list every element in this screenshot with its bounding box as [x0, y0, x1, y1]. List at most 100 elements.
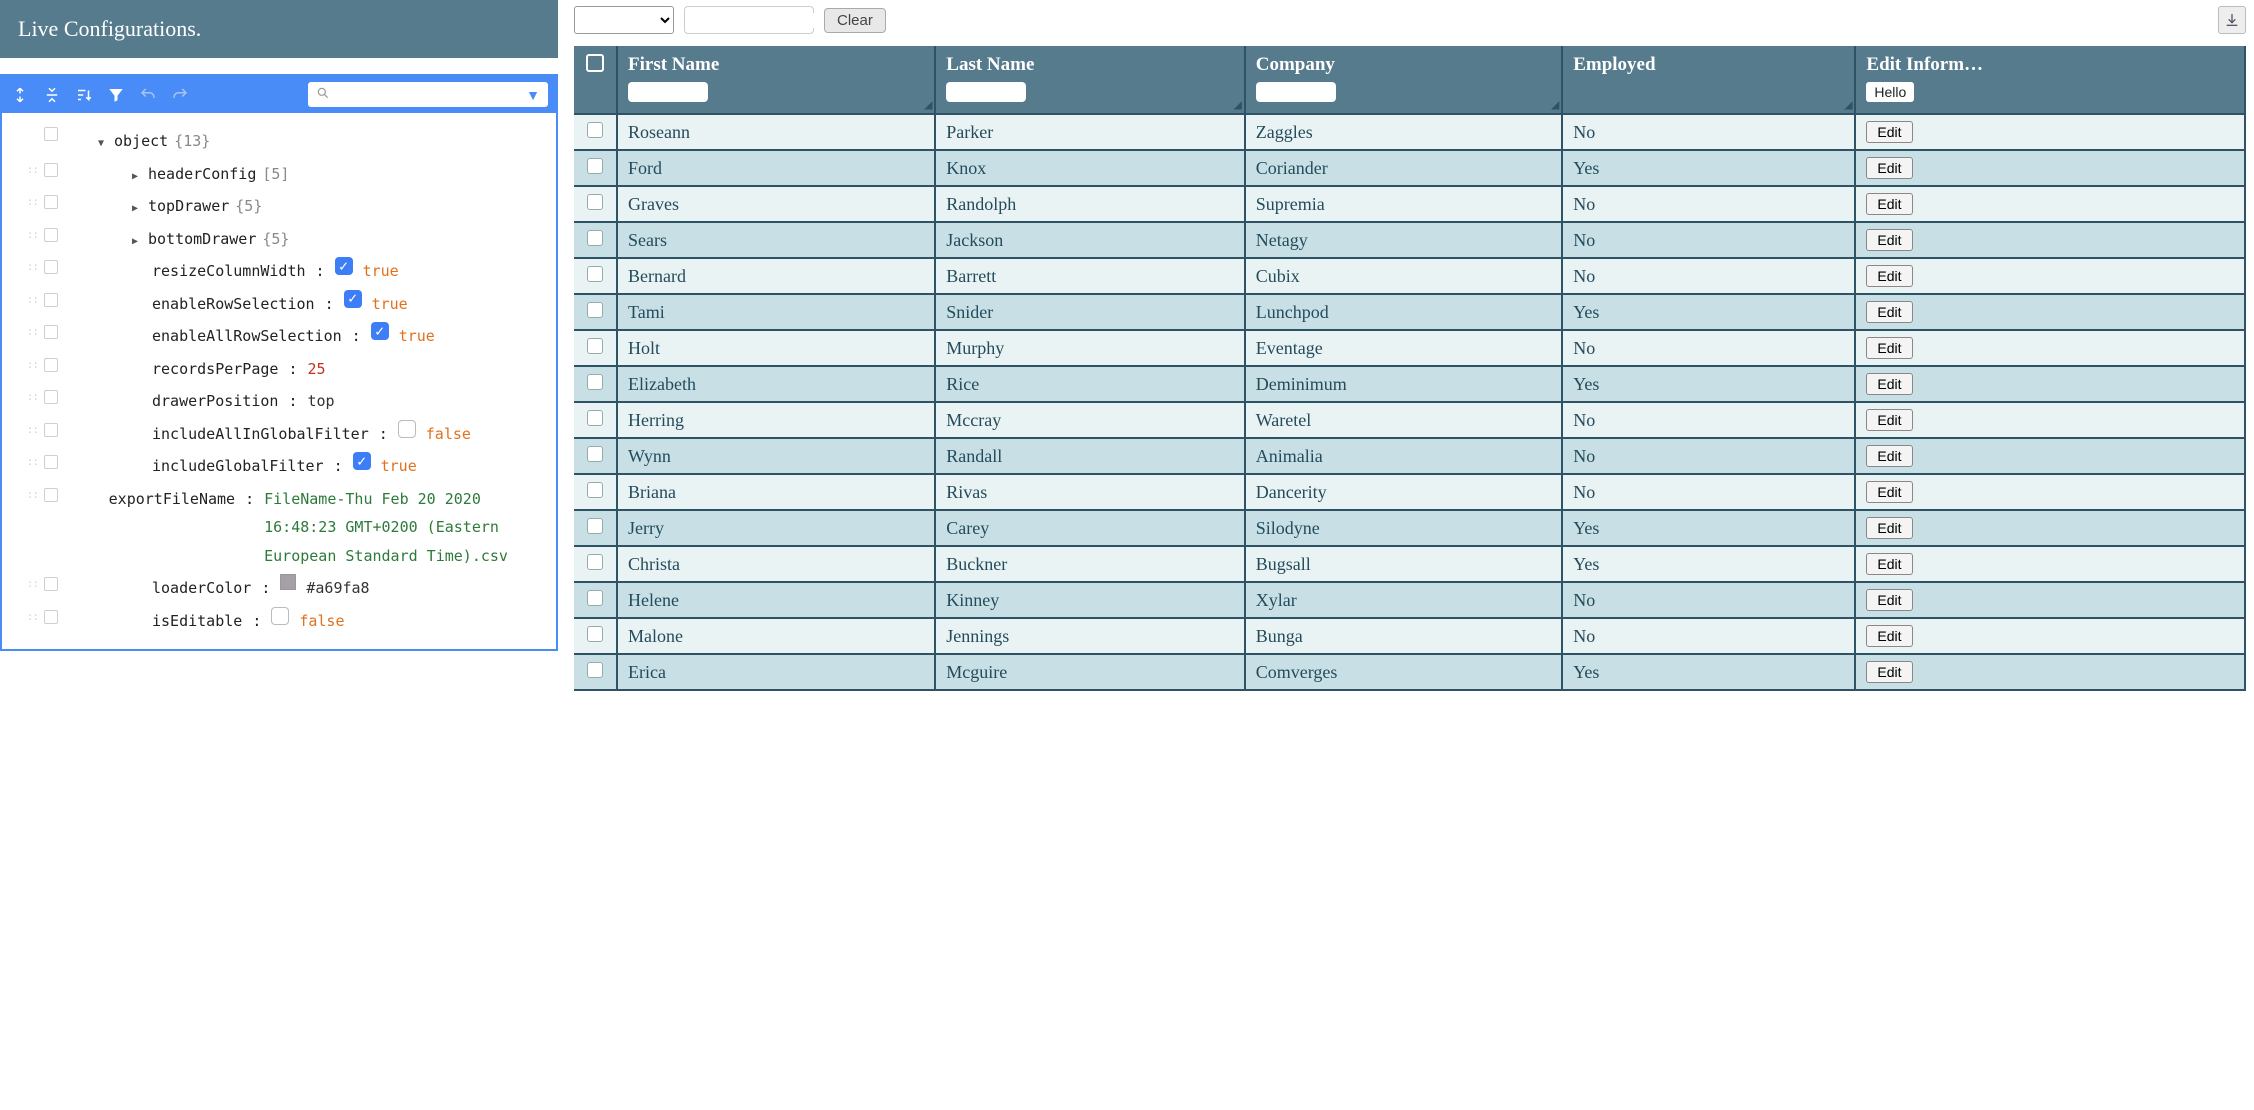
chevron-right-icon[interactable] — [128, 192, 142, 221]
table-row: ChristaBucknerBugsallYesEdit — [574, 547, 2246, 583]
checkbox-icon[interactable]: ✓ — [344, 290, 362, 308]
column-filter-company[interactable] — [1256, 82, 1336, 102]
edit-button[interactable]: Edit — [1866, 121, 1912, 143]
color-swatch — [280, 574, 296, 590]
select-all-checkbox[interactable] — [586, 54, 604, 72]
tree-node-headerConfig[interactable]: :: headerConfig [5] — [6, 158, 548, 191]
checkbox-icon[interactable] — [271, 607, 289, 625]
resize-handle-icon[interactable]: ◢ — [1234, 100, 1242, 111]
clear-button[interactable]: Clear — [824, 8, 886, 33]
row-checkbox[interactable] — [587, 626, 603, 642]
cell-last-name: Parker — [936, 115, 1245, 151]
row-checkbox[interactable] — [587, 158, 603, 174]
row-checkbox[interactable] — [587, 662, 603, 678]
row-checkbox[interactable] — [587, 338, 603, 354]
column-header-last-name[interactable]: Last Name ◢ — [936, 46, 1245, 115]
collapse-all-icon[interactable] — [42, 85, 62, 105]
chevron-right-icon[interactable] — [128, 160, 142, 189]
edit-button[interactable]: Edit — [1866, 157, 1912, 179]
edit-button[interactable]: Edit — [1866, 265, 1912, 287]
tree-node-includeGlobalFilter[interactable]: ::includeGlobalFilter:✓ true — [6, 450, 548, 483]
tree-node-loaderColor[interactable]: ::loaderColor:#a69fa8 — [6, 572, 548, 605]
edit-button[interactable]: Edit — [1866, 553, 1912, 575]
json-tree: object {13}:: headerConfig [5]:: topDraw… — [2, 113, 556, 649]
cell-company: Cubix — [1246, 259, 1563, 295]
cell-first-name: Tami — [618, 295, 936, 331]
checkbox-icon[interactable]: ✓ — [371, 322, 389, 340]
row-checkbox[interactable] — [587, 518, 603, 534]
edit-button[interactable]: Edit — [1866, 193, 1912, 215]
column-filter-first-name[interactable] — [628, 82, 708, 102]
checkbox-icon[interactable]: ✓ — [335, 257, 353, 275]
resize-handle-icon[interactable]: ◢ — [925, 100, 933, 111]
tree-node-enableAllRowSelection[interactable]: ::enableAllRowSelection:✓ true — [6, 320, 548, 353]
edit-button[interactable]: Edit — [1866, 481, 1912, 503]
tree-node-bottomDrawer[interactable]: :: bottomDrawer {5} — [6, 223, 548, 256]
cell-first-name: Erica — [618, 655, 936, 691]
tree-node-includeAllInGlobalFilter[interactable]: ::includeAllInGlobalFilter: false — [6, 418, 548, 451]
cell-last-name: Rice — [936, 367, 1245, 403]
tree-node-drawerPosition[interactable]: ::drawerPosition:top — [6, 385, 548, 418]
cell-last-name: Buckner — [936, 547, 1245, 583]
top-select[interactable] — [574, 6, 674, 34]
column-header-first-name[interactable]: First Name ◢ — [618, 46, 936, 115]
cell-employed: No — [1563, 403, 1856, 439]
tree-node-resizeColumnWidth[interactable]: ::resizeColumnWidth:✓ true — [6, 255, 548, 288]
tree-node-isEditable[interactable]: ::isEditable: false — [6, 605, 548, 638]
tree-node-topDrawer[interactable]: :: topDrawer {5} — [6, 190, 548, 223]
row-checkbox[interactable] — [587, 410, 603, 426]
chevron-right-icon[interactable] — [128, 225, 142, 254]
column-filter-last-name[interactable] — [946, 82, 1026, 102]
filter-icon[interactable] — [106, 85, 126, 105]
resize-handle-icon[interactable]: ◢ — [1552, 100, 1560, 111]
row-checkbox[interactable] — [587, 266, 603, 282]
column-header-company[interactable]: Company ◢ — [1246, 46, 1563, 115]
json-search-input[interactable]: ▼ — [308, 82, 548, 107]
row-checkbox[interactable] — [587, 374, 603, 390]
redo-icon[interactable] — [170, 85, 190, 105]
edit-button[interactable]: Edit — [1866, 373, 1912, 395]
tree-node-exportFileName[interactable]: ::exportFileName:FileName-Thu Feb 20 202… — [6, 483, 548, 573]
global-search-input[interactable] — [684, 6, 814, 34]
cell-last-name: Barrett — [936, 259, 1245, 295]
undo-icon[interactable] — [138, 85, 158, 105]
edit-button[interactable]: Edit — [1866, 409, 1912, 431]
cell-first-name: Roseann — [618, 115, 936, 151]
cell-company: Waretel — [1246, 403, 1563, 439]
edit-button[interactable]: Edit — [1866, 337, 1912, 359]
row-checkbox[interactable] — [587, 482, 603, 498]
cell-employed: Yes — [1563, 547, 1856, 583]
row-checkbox[interactable] — [587, 302, 603, 318]
row-checkbox[interactable] — [587, 122, 603, 138]
sort-icon[interactable] — [74, 85, 94, 105]
download-button[interactable] — [2218, 6, 2246, 34]
page-title: Live Configurations. — [0, 0, 558, 58]
edit-button[interactable]: Edit — [1866, 625, 1912, 647]
checkbox-icon[interactable]: ✓ — [353, 452, 371, 470]
row-checkbox[interactable] — [587, 194, 603, 210]
edit-button[interactable]: Edit — [1866, 589, 1912, 611]
row-checkbox[interactable] — [587, 230, 603, 246]
cell-last-name: Snider — [936, 295, 1245, 331]
checkbox-icon[interactable] — [398, 420, 416, 438]
row-checkbox[interactable] — [587, 446, 603, 462]
edit-button[interactable]: Edit — [1866, 301, 1912, 323]
chevron-down-icon[interactable] — [94, 127, 108, 156]
select-all-header[interactable] — [574, 46, 618, 115]
resize-handle-icon[interactable]: ◢ — [1845, 100, 1853, 111]
edit-button[interactable]: Edit — [1866, 517, 1912, 539]
row-checkbox[interactable] — [587, 590, 603, 606]
edit-button[interactable]: Edit — [1866, 661, 1912, 683]
expand-all-icon[interactable] — [10, 85, 30, 105]
column-header-employed[interactable]: Employed ◢ — [1563, 46, 1856, 115]
column-header-edit[interactable]: Edit Inform… Hello — [1856, 46, 2246, 115]
cell-company: Deminimum — [1246, 367, 1563, 403]
tree-root[interactable]: object {13} — [6, 125, 548, 158]
chevron-down-icon[interactable]: ▼ — [526, 87, 540, 103]
edit-button[interactable]: Edit — [1866, 445, 1912, 467]
tree-node-recordsPerPage[interactable]: ::recordsPerPage:25 — [6, 353, 548, 386]
edit-button[interactable]: Edit — [1866, 229, 1912, 251]
tree-node-enableRowSelection[interactable]: ::enableRowSelection:✓ true — [6, 288, 548, 321]
column-label: First Name — [628, 54, 719, 75]
row-checkbox[interactable] — [587, 554, 603, 570]
